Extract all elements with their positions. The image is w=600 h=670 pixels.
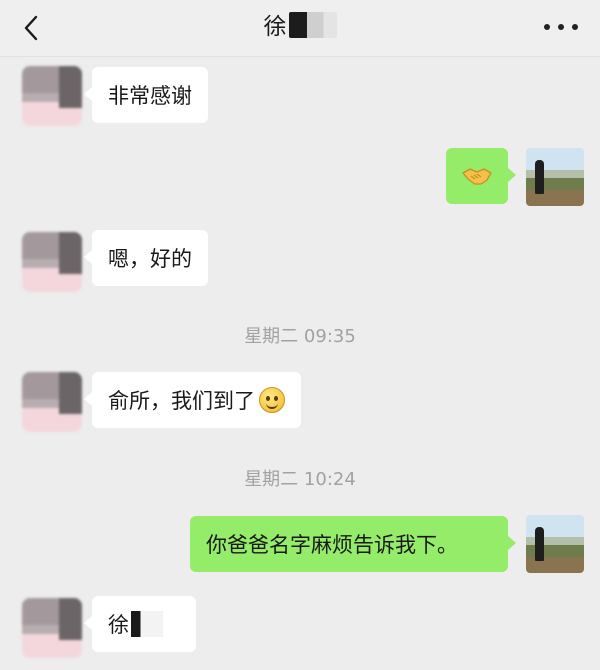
message-bubble-incoming[interactable]: 嗯，好的: [84, 230, 208, 286]
contact-avatar[interactable]: [22, 372, 82, 432]
smile-emoji: [259, 387, 285, 413]
contact-name: 徐: [263, 14, 287, 40]
my-avatar[interactable]: [526, 148, 584, 206]
redacted-name-block: [288, 12, 337, 38]
redacted-name-block: [131, 611, 163, 637]
message-text: 嗯，好的: [108, 247, 192, 271]
message-text: 徐: [108, 613, 129, 637]
message-timestamp: 星期二 09:35: [244, 326, 356, 347]
contact-avatar[interactable]: [22, 66, 82, 126]
message-text: 非常感谢: [108, 84, 192, 108]
chat-title: 徐: [0, 11, 600, 43]
message-text: 俞所，我们到了: [108, 389, 255, 413]
contact-avatar[interactable]: [22, 232, 82, 292]
message-bubble-incoming[interactable]: 徐: [84, 596, 196, 652]
message-timestamp: 星期二 10:24: [244, 469, 356, 490]
more-dots-icon: [544, 24, 550, 30]
message-bubble-incoming[interactable]: 俞所，我们到了: [84, 372, 301, 428]
message-text: 你爸爸名字麻烦告诉我下。: [206, 533, 458, 557]
contact-avatar[interactable]: [22, 598, 82, 658]
chat-header: 徐: [0, 0, 600, 57]
message-bubble-outgoing[interactable]: [446, 148, 516, 204]
handshake-emoji: [462, 168, 492, 185]
message-bubble-outgoing[interactable]: 你爸爸名字麻烦告诉我下。: [190, 516, 516, 572]
message-bubble-incoming[interactable]: 非常感谢: [84, 67, 208, 123]
my-avatar[interactable]: [526, 515, 584, 573]
more-options-button[interactable]: [544, 16, 578, 38]
